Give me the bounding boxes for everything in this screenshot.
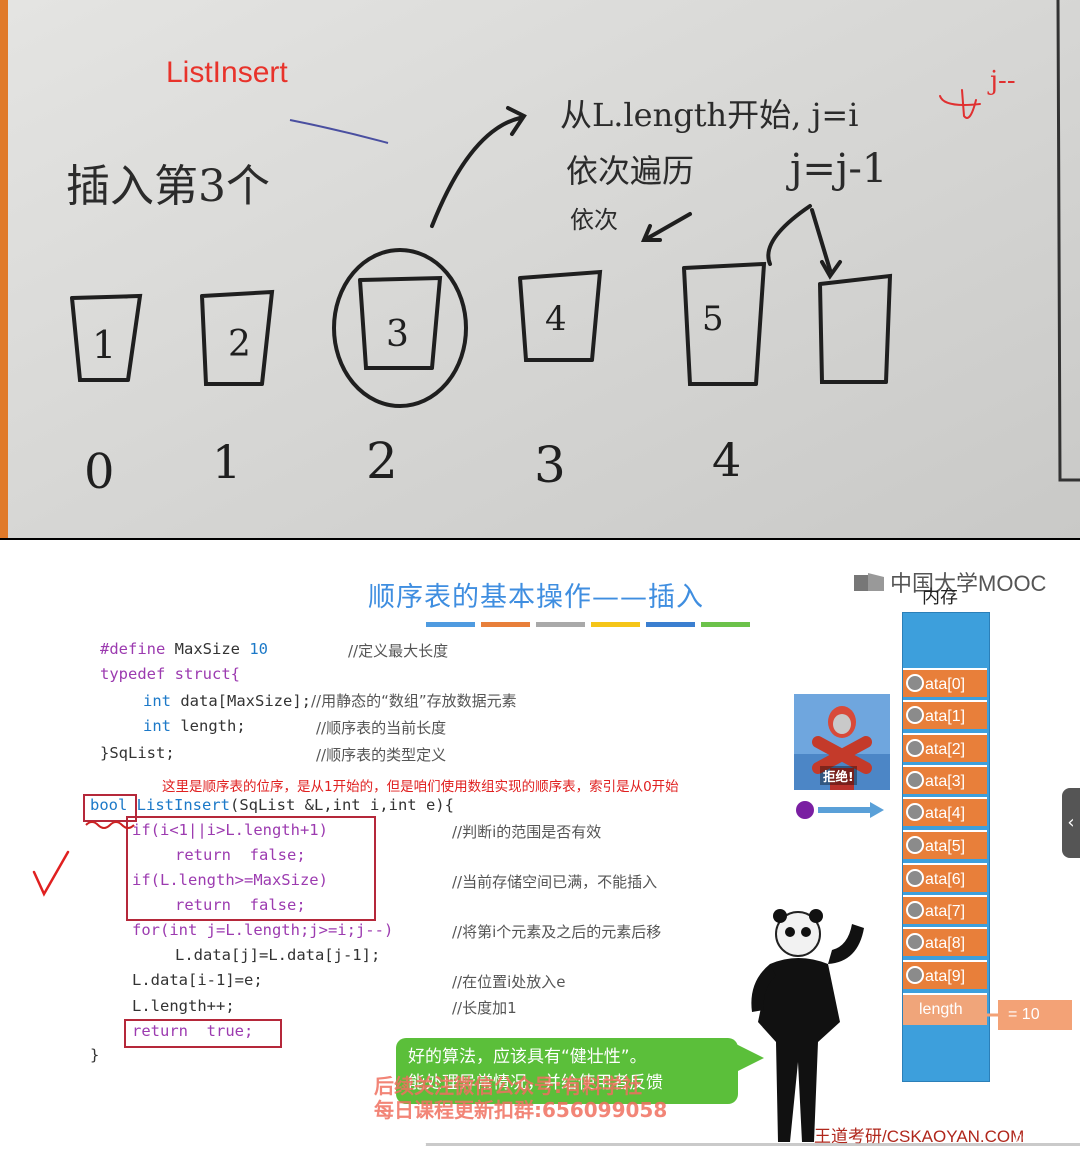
cell-dot-icon — [906, 901, 924, 919]
note-formula: j=j-1 — [790, 146, 888, 192]
code-comment-13: //在位置i处放入e — [452, 973, 566, 991]
memory-cell-label: ata[5] — [925, 838, 966, 855]
code-line-1: #define MaxSize 10 — [100, 640, 268, 658]
mooc-logo-icon — [854, 573, 884, 591]
bubble-line-1: 好的算法，应该具有“健壮性”。 — [408, 1047, 647, 1067]
progress-knob[interactable] — [417, 1140, 426, 1149]
side-panel-toggle[interactable]: ‹ — [1062, 788, 1080, 858]
cell-dot-icon — [906, 674, 924, 692]
purple-dot-icon — [796, 801, 814, 819]
speech-bubble-tail — [736, 1044, 764, 1072]
code-line-13: L.data[i-1]=e; — [132, 971, 263, 989]
svg-text:1: 1 — [92, 323, 116, 367]
panda-meme-icon — [751, 909, 864, 1142]
code-line-11: for(int j=L.length;j>=i;j--) — [132, 921, 394, 939]
current-time: 00:08:13 — [20, 1132, 70, 1145]
code-line-5: }SqList; — [100, 744, 175, 762]
code-comment-9: //当前存储空间已满，不能插入 — [452, 873, 658, 891]
memory-cell: ata[2] — [903, 733, 987, 762]
svg-text:2: 2 — [228, 324, 251, 365]
checkmark-icon — [32, 850, 70, 897]
code-line-4: int length; — [143, 717, 246, 735]
memory-cell: ata[4] — [903, 797, 987, 826]
svg-text:1: 1 — [212, 435, 241, 489]
svg-text:4: 4 — [545, 299, 567, 339]
note-decrement: j-- — [990, 66, 1016, 96]
memory-cell-label: ata[2] — [925, 741, 966, 758]
memory-cell: ata[0] — [903, 668, 987, 697]
highlight-return-true — [124, 1019, 282, 1048]
red-squiggle — [85, 821, 135, 829]
note-insert-third: 插入第3个 — [66, 161, 270, 212]
memory-cell-label: ata[0] — [925, 676, 966, 693]
refuse-caption: 拒绝! — [820, 766, 857, 785]
code-line-2: typedef struct{ — [100, 665, 240, 683]
memory-cell-label: ata[6] — [925, 871, 966, 888]
code-line-6: bool ListInsert(SqList &L,int i,int e){ — [90, 796, 454, 814]
cell-dot-icon — [906, 933, 924, 951]
length-cell: length — [903, 993, 987, 1025]
sketch-title: ListInsert — [166, 56, 288, 89]
memory-cell: ata[9] — [903, 960, 987, 989]
code-comment-7: //判断i的范围是否有效 — [452, 823, 602, 841]
memory-cell-label: ata[9] — [925, 968, 966, 985]
watermark: 后续关注微信公众号:有料学社 每日课程更新扣群:656099058 — [374, 1074, 667, 1122]
video-progress-bar[interactable] — [0, 1140, 1080, 1149]
annotation-note: 这里是顺序表的位序，是从1开始的，但是咱们使用数组实现的顺序表，索引是从0开始 — [162, 779, 679, 795]
code-line-12: L.data[j]=L.data[j-1]; — [175, 946, 381, 964]
note-in-order: 依次 — [570, 206, 618, 234]
code-line-16: } — [90, 1046, 100, 1064]
handwriting-sketch: 1 2 3 4 5 0 1 2 3 4 — [8, 0, 1080, 538]
cell-dot-icon — [906, 869, 924, 887]
code-comment-4: //顺序表的当前长度 — [316, 719, 447, 737]
arrow-right-icon — [818, 802, 884, 818]
svg-text:2: 2 — [366, 432, 398, 490]
code-comment-1: //定义最大长度 — [348, 642, 449, 660]
memory-cell: ata[8] — [903, 927, 987, 956]
length-value: = 10 — [998, 1000, 1072, 1030]
watermark-line-2: 每日课程更新扣群:656099058 — [374, 1098, 668, 1122]
cell-dot-icon — [906, 803, 924, 821]
cell-dot-icon — [906, 739, 924, 757]
cell-dot-icon — [906, 706, 924, 724]
code-comment-5: //顺序表的类型定义 — [316, 746, 447, 764]
svg-text:3: 3 — [386, 314, 409, 355]
memory-cell-label: ata[8] — [925, 935, 966, 952]
note-traverse: 依次遍历 — [566, 152, 695, 190]
code-line-14: L.length++; — [132, 997, 235, 1015]
memory-cell: ata[5] — [903, 830, 987, 859]
memory-cell-label: ata[4] — [925, 805, 966, 822]
memory-cell: ata[3] — [903, 765, 987, 794]
code-comment-11: //将第i个元素及之后的元素后移 — [452, 923, 662, 941]
refuse-meme-image: 拒绝! — [794, 694, 890, 790]
svg-text:3: 3 — [534, 436, 566, 494]
svg-text:5: 5 — [702, 299, 724, 339]
mooc-logo-text: 中国大学MOOC — [890, 571, 1047, 596]
svg-text:4: 4 — [712, 433, 741, 487]
whiteboard-photo: 1 2 3 4 5 0 1 2 3 4 ListInsert 插入第3个 从L.… — [0, 0, 1080, 538]
memory-cell-label: ata[7] — [925, 903, 966, 920]
memory-cell: ata[6] — [903, 863, 987, 892]
memory-cell-label: ata[1] — [925, 708, 966, 725]
svg-text:0: 0 — [84, 444, 115, 500]
highlight-validation — [126, 816, 376, 921]
note-start-from-length: 从L.length开始, j=i — [560, 96, 859, 134]
total-time: 00:20:54 — [1015, 1132, 1065, 1145]
memory-cell: ata[1] — [903, 700, 987, 729]
lecture-slide: 顺序表的基本操作——插入 中国大学MOOC #define MaxSize 10… — [0, 540, 1080, 1149]
cell-dot-icon — [906, 836, 924, 854]
code-line-3: int data[MaxSize];//用静态的“数组”存放数据元素 — [143, 692, 517, 710]
cell-dot-icon — [906, 966, 924, 984]
memory-label: 内存 — [922, 587, 958, 608]
memory-cell: ata[7] — [903, 895, 987, 924]
code-comment-14: //长度加1 — [452, 999, 517, 1017]
memory-cell-label: ata[3] — [925, 773, 966, 790]
watermark-line-1: 后续关注微信公众号:有料学社 — [374, 1074, 642, 1098]
cell-dot-icon — [906, 771, 924, 789]
